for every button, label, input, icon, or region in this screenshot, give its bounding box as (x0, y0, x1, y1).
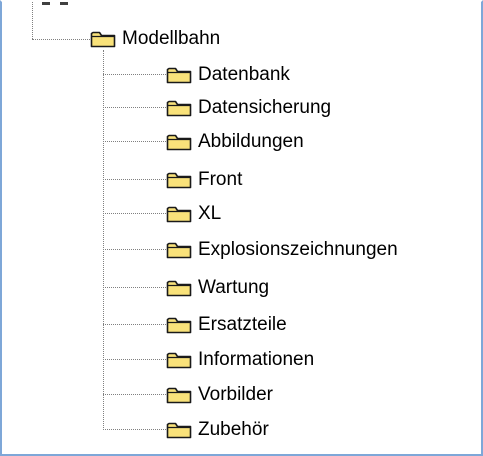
tree-node-label: Abbildungen (198, 131, 304, 152)
tree-node-label: Zubehör (198, 419, 269, 440)
tree-node-label: XL (198, 203, 222, 224)
tree-connector-line (103, 324, 166, 325)
folder-icon (166, 100, 192, 117)
tree-node-front[interactable]: Front (166, 165, 242, 195)
tree-connector-line (32, 39, 90, 40)
folder-icon (90, 31, 116, 48)
tree-connector-line (103, 249, 166, 250)
tree-node-wartung[interactable]: Wartung (166, 273, 269, 303)
folder-icon (166, 317, 192, 334)
tree-connector-line (103, 287, 166, 288)
tree-connector-line (103, 179, 166, 180)
tree-node-label: Wartung (198, 277, 270, 298)
folder-tree: Modellbahn Datenbank Datensicherung Abbi… (2, 2, 481, 454)
tree-node-label: Ersatzteile (198, 314, 287, 335)
tree-connector-line (103, 359, 166, 360)
tree-connector-line (103, 141, 166, 142)
tree-node-ersatzteile[interactable]: Ersatzteile (166, 310, 287, 340)
tree-node-label: Explosionszeichnungen (198, 239, 398, 260)
tree-node-xl[interactable]: XL (166, 199, 221, 229)
folder-icon (166, 387, 192, 404)
tree-node-zubehoer[interactable]: Zubehör (166, 415, 269, 445)
tree-view-panel: Modellbahn Datenbank Datensicherung Abbi… (0, 0, 483, 456)
tree-node-label: Datensicherung (198, 97, 332, 118)
folder-icon (166, 134, 192, 151)
tree-node-label: Datenbank (198, 64, 290, 85)
tree-connector-line (32, 2, 33, 39)
folder-icon (166, 352, 192, 369)
tree-connector-line (103, 107, 166, 108)
tree-connector-line (103, 394, 166, 395)
tree-node-explosionszeichnungen[interactable]: Explosionszeichnungen (166, 235, 398, 265)
tree-node-datenbank[interactable]: Datenbank (166, 60, 290, 90)
cut-off-node-mark (60, 2, 68, 5)
tree-node-modellbahn[interactable]: Modellbahn (90, 24, 220, 54)
tree-node-abbildungen[interactable]: Abbildungen (166, 127, 304, 157)
folder-icon (166, 172, 192, 189)
tree-node-informationen[interactable]: Informationen (166, 345, 314, 375)
folder-icon (166, 67, 192, 84)
folder-icon (166, 206, 192, 223)
folder-icon (166, 280, 192, 297)
tree-node-datensicherung[interactable]: Datensicherung (166, 93, 331, 123)
cut-off-node-mark (42, 2, 50, 5)
tree-node-label: Front (198, 169, 243, 190)
tree-node-label: Vorbilder (198, 384, 273, 405)
tree-connector-line (103, 429, 166, 430)
tree-connector-line (103, 74, 166, 75)
tree-node-label: Informationen (198, 349, 315, 370)
tree-node-label: Modellbahn (122, 28, 221, 49)
tree-node-vorbilder[interactable]: Vorbilder (166, 380, 273, 410)
folder-icon (166, 422, 192, 439)
folder-icon (166, 242, 192, 259)
tree-connector-line (103, 213, 166, 214)
